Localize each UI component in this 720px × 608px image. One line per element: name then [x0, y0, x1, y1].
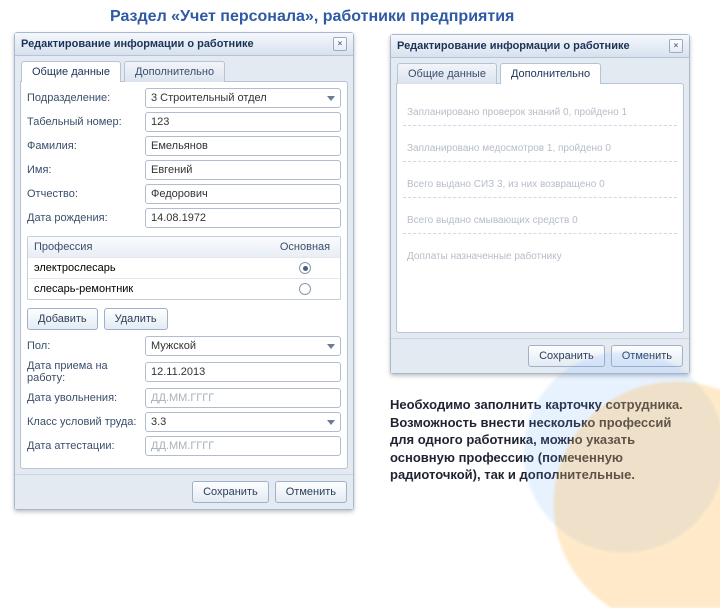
dialog-title: Редактирование информации о работнике: [21, 38, 254, 50]
stat-siz: Всего выдано СИЗ 3, из них возвращено 0: [403, 162, 677, 198]
class-value: 3.3: [151, 416, 166, 428]
dialog-footer: Сохранить Отменить: [391, 338, 689, 373]
class-select[interactable]: 3.3: [145, 412, 341, 432]
profession-name: электрослесарь: [28, 258, 270, 278]
dialog-footer: Сохранить Отменить: [15, 474, 353, 509]
fire-label: Дата увольнения:: [27, 392, 145, 404]
col-main: Основная: [270, 237, 340, 257]
stat-medical: Запланировано медосмотров 1, пройдено 0: [403, 126, 677, 162]
dept-select[interactable]: 3 Строительный отдел: [145, 88, 341, 108]
lastname-input[interactable]: Емельянов: [145, 136, 341, 156]
tabstrip: Общие данные Дополнительно: [391, 58, 689, 83]
sex-select[interactable]: Мужской: [145, 336, 341, 356]
hire-input[interactable]: 12.11.2013: [145, 362, 341, 382]
tab-general[interactable]: Общие данные: [21, 61, 121, 82]
chevron-down-icon: [327, 344, 335, 349]
save-button[interactable]: Сохранить: [192, 481, 269, 503]
add-button[interactable]: Добавить: [27, 308, 98, 330]
midname-input[interactable]: Федорович: [145, 184, 341, 204]
titlebar: Редактирование информации о работнике ×: [15, 33, 353, 56]
chevron-down-icon: [327, 96, 335, 101]
close-icon[interactable]: ×: [669, 39, 683, 53]
dept-value: 3 Строительный отдел: [151, 92, 267, 104]
firstname-label: Имя:: [27, 164, 145, 176]
slide-caption: Необходимо заполнить карточку сотрудника…: [390, 396, 690, 484]
col-profession: Профессия: [28, 237, 270, 257]
tabstrip: Общие данные Дополнительно: [15, 56, 353, 81]
main-profession-radio[interactable]: [299, 262, 311, 274]
profession-name: слесарь-ремонтник: [28, 279, 270, 299]
table-row[interactable]: слесарь-ремонтник: [28, 279, 340, 299]
sex-label: Пол:: [27, 340, 145, 352]
attest-label: Дата аттестации:: [27, 440, 145, 452]
employee-dialog-general: Редактирование информации о работнике × …: [14, 32, 354, 510]
main-profession-radio[interactable]: [299, 283, 311, 295]
titlebar: Редактирование информации о работнике ×: [391, 35, 689, 58]
panel-general: Подразделение: 3 Строительный отдел Табе…: [20, 81, 348, 469]
cancel-button[interactable]: Отменить: [611, 345, 683, 367]
attest-input[interactable]: ДД.ММ.ГГГГ: [145, 436, 341, 456]
stat-bonus: Доплаты назначенные работнику: [403, 234, 677, 269]
midname-label: Отчество:: [27, 188, 145, 200]
page-title: Раздел «Учет персонала», работники предп…: [110, 8, 720, 26]
panel-extra: Запланировано проверок знаний 0, пройден…: [396, 83, 684, 333]
cancel-button[interactable]: Отменить: [275, 481, 347, 503]
tabnum-input[interactable]: 123: [145, 112, 341, 132]
firstname-input[interactable]: Евгений: [145, 160, 341, 180]
table-row[interactable]: электрослесарь: [28, 258, 340, 279]
birth-label: Дата рождения:: [27, 212, 145, 224]
dialog-title: Редактирование информации о работнике: [397, 40, 630, 52]
dept-label: Подразделение:: [27, 92, 145, 104]
tab-extra[interactable]: Дополнительно: [500, 63, 601, 84]
birth-input[interactable]: 14.08.1972: [145, 208, 341, 228]
hire-label: Дата приема на работу:: [27, 360, 145, 384]
tab-general[interactable]: Общие данные: [397, 63, 497, 84]
chevron-down-icon: [327, 420, 335, 425]
stat-knowledge: Запланировано проверок знаний 0, пройден…: [403, 90, 677, 126]
sex-value: Мужской: [151, 340, 196, 352]
class-label: Класс условий труда:: [27, 416, 145, 428]
lastname-label: Фамилия:: [27, 140, 145, 152]
delete-button[interactable]: Удалить: [104, 308, 168, 330]
close-icon[interactable]: ×: [333, 37, 347, 51]
save-button[interactable]: Сохранить: [528, 345, 605, 367]
profession-grid: Профессия Основная электрослесарь слесар…: [27, 236, 341, 300]
tab-extra[interactable]: Дополнительно: [124, 61, 225, 82]
stat-wash: Всего выдано смывающих средств 0: [403, 198, 677, 234]
fire-input[interactable]: ДД.ММ.ГГГГ: [145, 388, 341, 408]
employee-dialog-extra: Редактирование информации о работнике × …: [390, 34, 690, 374]
tabnum-label: Табельный номер:: [27, 116, 145, 128]
